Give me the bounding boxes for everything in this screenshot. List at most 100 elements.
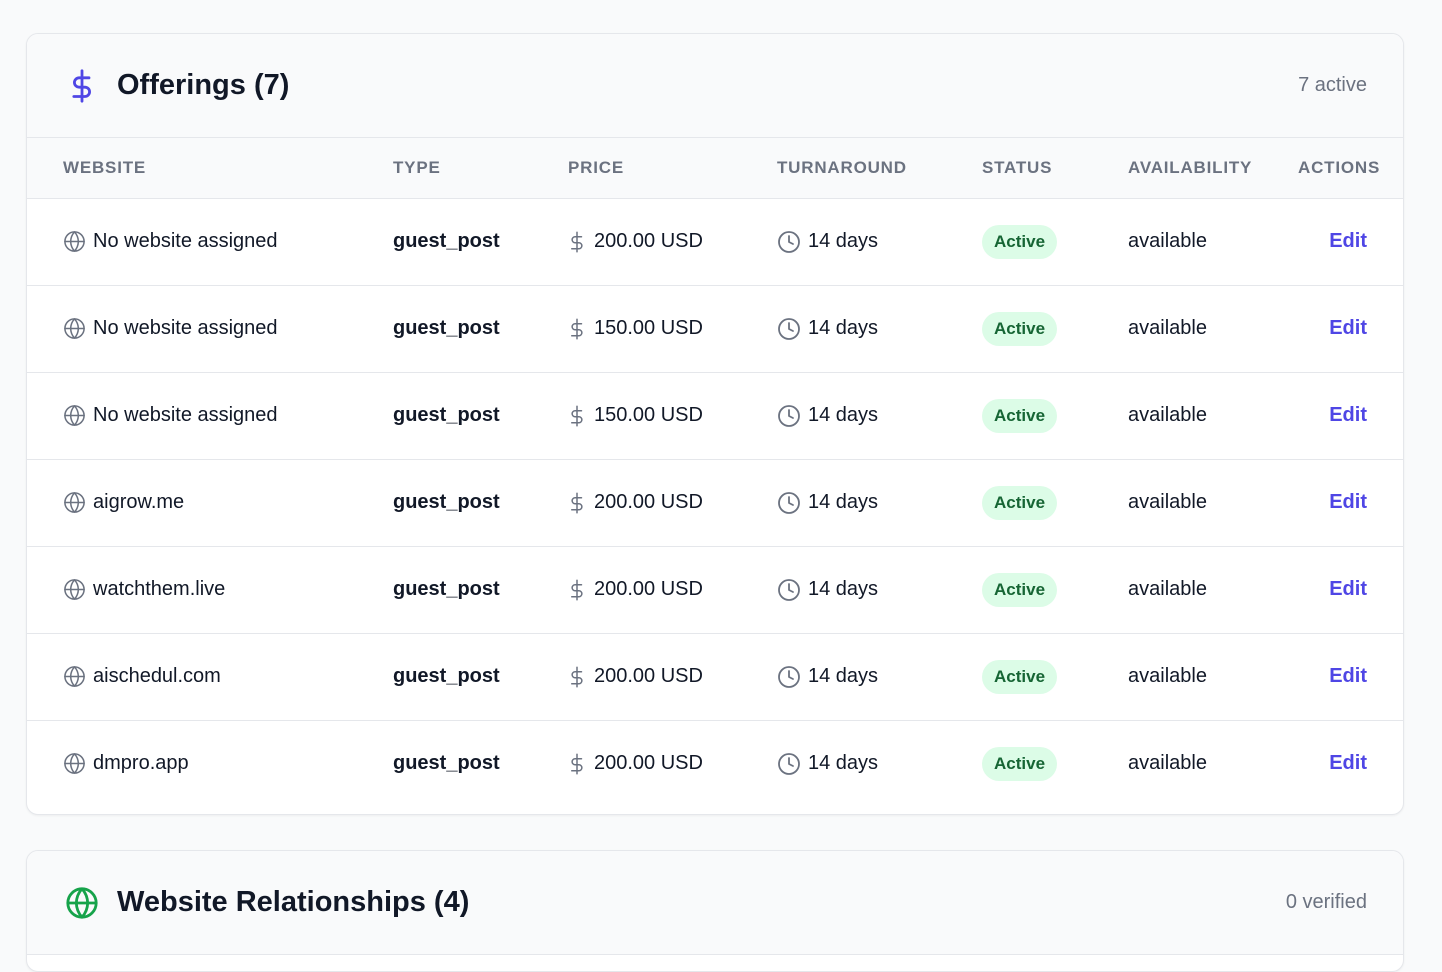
type-cell: guest_post [393, 720, 568, 807]
edit-button[interactable]: Edit [1329, 317, 1367, 339]
website-name: No website assigned [93, 230, 278, 252]
status-badge: Active [982, 224, 1058, 259]
turnaround-value: 14 days [808, 578, 879, 600]
website-name: No website assigned [93, 317, 278, 339]
turnaround-cell: 14 days [777, 546, 982, 633]
table-row: No website assigned guest_post 150.00 USD 1… [27, 285, 1403, 372]
clock-icon [777, 752, 801, 776]
column-header-actions: ACTIONS [1298, 157, 1381, 177]
globe-icon [63, 578, 86, 601]
edit-button[interactable]: Edit [1329, 578, 1367, 600]
clock-icon [777, 317, 801, 341]
table-row: aischedul.com guest_post 200.00 USD 14 days… [27, 633, 1403, 720]
column-header-availability[interactable]: AVAILABILITY [1128, 138, 1298, 198]
turnaround-cell: 14 days [777, 720, 982, 807]
turnaround-value: 14 days [808, 752, 879, 775]
clock-icon [777, 404, 801, 428]
edit-button[interactable]: Edit [1329, 665, 1367, 687]
turnaround-cell: 14 days [777, 459, 982, 546]
type-cell: guest_post [393, 285, 568, 372]
column-header-turnaround[interactable]: TURNAROUND [777, 138, 982, 198]
price-cell: 200.00 USD [568, 546, 777, 633]
availability-cell: available [1128, 372, 1298, 459]
type-cell: guest_post [393, 633, 568, 720]
status-cell: Active [982, 546, 1128, 633]
offerings-header: Offerings (7) 7 active [27, 34, 1403, 138]
type-cell: guest_post [393, 546, 568, 633]
status-badge: Active [982, 746, 1058, 781]
column-header-status[interactable]: STATUS [982, 138, 1128, 198]
status-cell: Active [982, 198, 1128, 285]
availability-value: available [1128, 752, 1207, 775]
website-name: dmpro.app [93, 752, 189, 775]
globe-icon [63, 665, 86, 688]
availability-cell: available [1128, 633, 1298, 720]
column-header-website[interactable]: WEBSITE [27, 138, 393, 198]
website-relationships-card: Website Relationships (4) 0 verified [26, 850, 1404, 972]
status-badge: Active [982, 485, 1058, 520]
price-value: 200.00 USD [594, 230, 703, 252]
turnaround-cell: 14 days [777, 633, 982, 720]
turnaround-cell: 14 days [777, 372, 982, 459]
availability-cell: available [1128, 459, 1298, 546]
edit-button[interactable]: Edit [1329, 491, 1367, 513]
clock-icon [777, 665, 801, 689]
website-cell: No website assigned [27, 285, 393, 372]
table-row: No website assigned guest_post 200.00 USD 1… [27, 198, 1403, 285]
type-cell: guest_post [393, 459, 568, 546]
actions-cell: Edit [1298, 372, 1403, 459]
offerings-table: WEBSITE TYPE PRICE TURNAROUND STATUS AVA… [27, 138, 1403, 807]
table-row: No website assigned guest_post 150.00 USD 1… [27, 372, 1403, 459]
actions-cell: Edit [1298, 546, 1403, 633]
turnaround-value: 14 days [808, 404, 879, 426]
turnaround-cell: 14 days [777, 285, 982, 372]
dollar-icon [568, 403, 586, 429]
edit-button[interactable]: Edit [1329, 404, 1367, 426]
availability-cell: available [1128, 285, 1298, 372]
globe-icon [63, 752, 86, 775]
price-value: 200.00 USD [594, 491, 703, 513]
price-value: 200.00 USD [594, 578, 703, 600]
status-cell: Active [982, 459, 1128, 546]
column-header-price[interactable]: PRICE [568, 138, 777, 198]
availability-value: available [1128, 578, 1207, 600]
status-badge: Active [982, 572, 1058, 607]
website-cell: No website assigned [27, 372, 393, 459]
website-cell: watchthem.live [27, 546, 393, 633]
status-badge: Active [982, 311, 1058, 346]
price-value: 200.00 USD [594, 752, 703, 775]
status-cell: Active [982, 633, 1128, 720]
price-cell: 200.00 USD [568, 198, 777, 285]
offering-type: guest_post [393, 752, 500, 775]
dollar-icon [568, 229, 586, 255]
website-name: aigrow.me [93, 491, 185, 513]
table-row: dmpro.app guest_post 200.00 USD 14 days Acti… [27, 720, 1403, 807]
dollar-icon [568, 751, 586, 777]
clock-icon [777, 230, 801, 254]
actions-cell: Edit [1298, 285, 1403, 372]
edit-button[interactable]: Edit [1329, 230, 1367, 252]
actions-cell: Edit [1298, 198, 1403, 285]
website-cell: No website assigned [27, 198, 393, 285]
globe-icon [63, 317, 86, 340]
table-row: aigrow.me guest_post 200.00 USD 14 days Acti… [27, 459, 1403, 546]
turnaround-value: 14 days [808, 317, 879, 339]
table-header-row: WEBSITE TYPE PRICE TURNAROUND STATUS AVA… [27, 138, 1403, 198]
turnaround-value: 14 days [808, 230, 879, 252]
status-badge: Active [982, 659, 1058, 694]
availability-cell: available [1128, 546, 1298, 633]
website-name: watchthem.live [93, 578, 226, 600]
clock-icon [777, 491, 801, 515]
edit-button[interactable]: Edit [1329, 752, 1367, 774]
column-header-type[interactable]: TYPE [393, 138, 568, 198]
dollar-icon [568, 577, 586, 603]
globe-icon [63, 404, 86, 427]
website-name: No website assigned [93, 404, 278, 426]
dollar-icon [568, 490, 586, 516]
offerings-title: Offerings (7) [117, 69, 290, 101]
status-cell: Active [982, 285, 1128, 372]
availability-value: available [1128, 230, 1207, 252]
offering-type: guest_post [393, 317, 500, 339]
price-value: 150.00 USD [594, 404, 703, 426]
relationships-verified-count: 0 verified [1285, 891, 1367, 913]
